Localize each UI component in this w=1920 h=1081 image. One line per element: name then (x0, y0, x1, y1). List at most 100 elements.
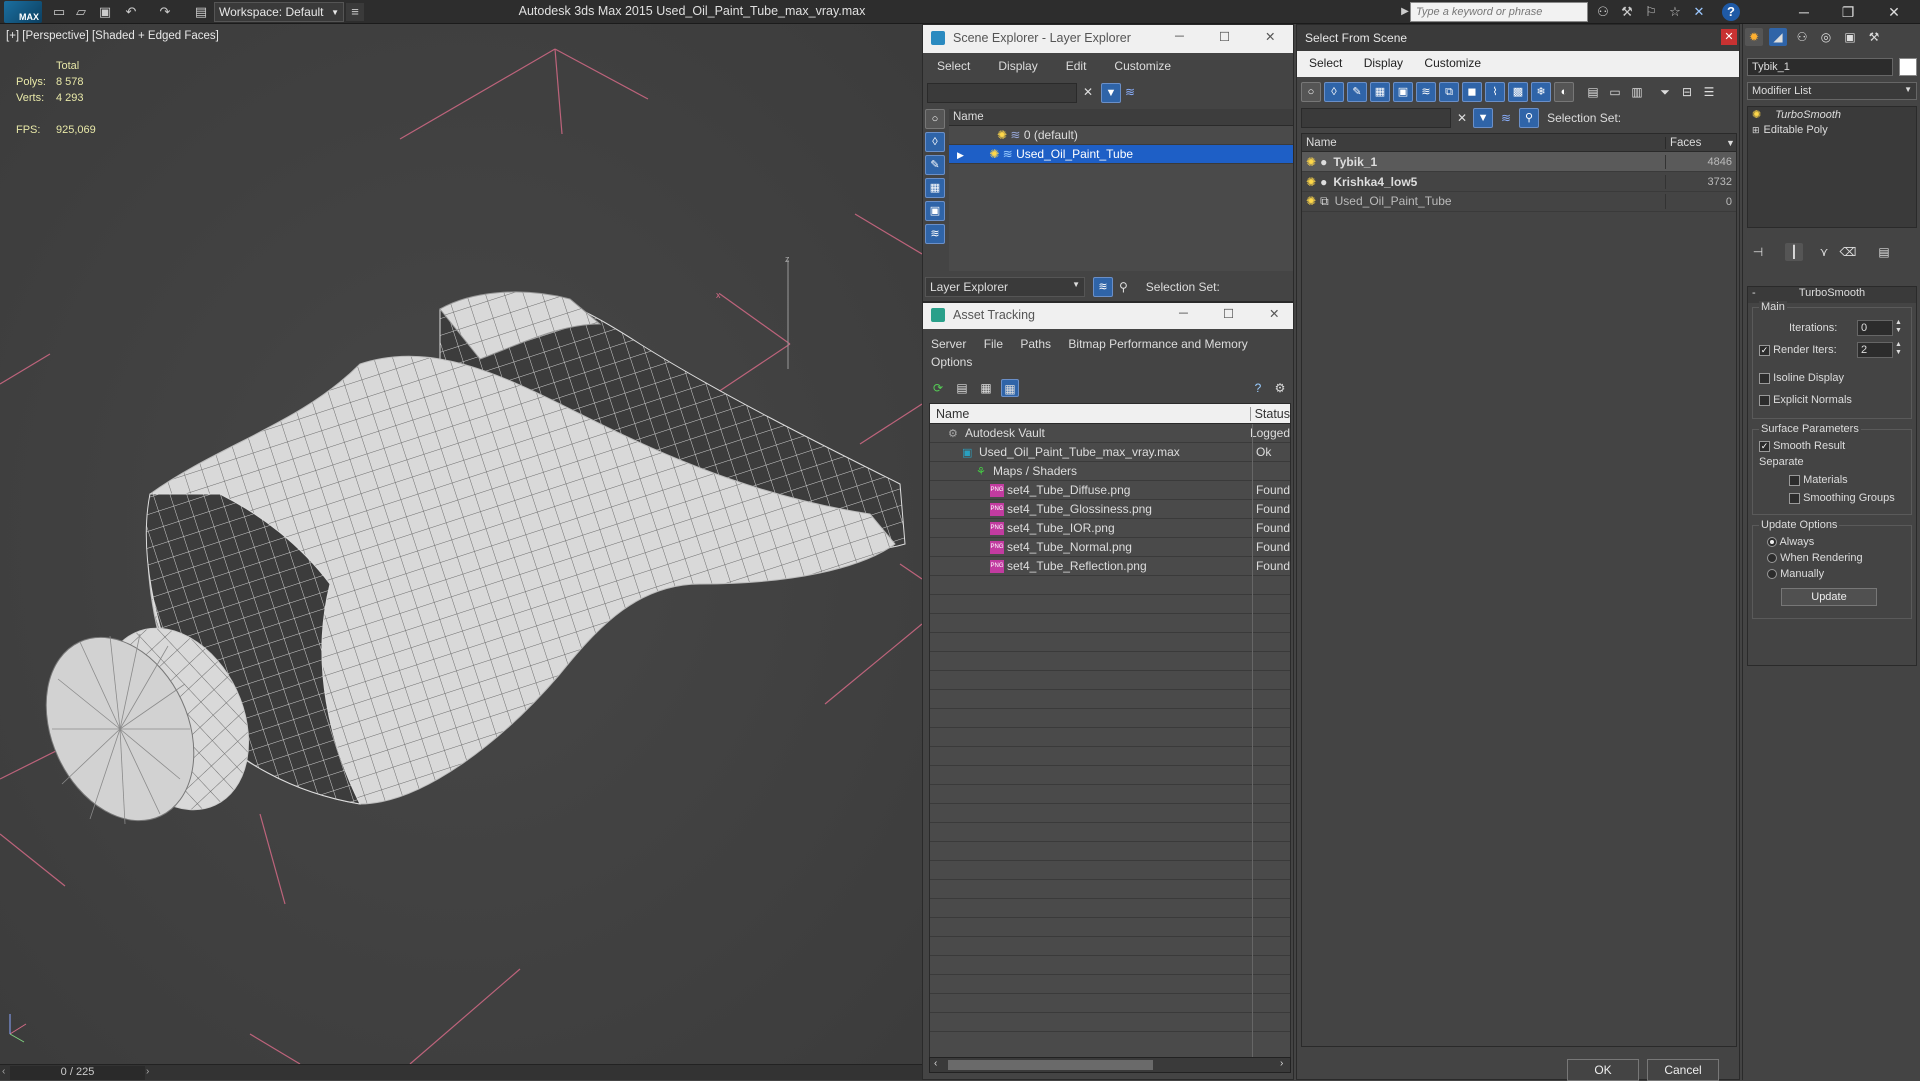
object-color-swatch[interactable] (1899, 58, 1917, 76)
thumbnail-view-icon[interactable]: ▦ (977, 379, 995, 397)
clear-search-icon[interactable]: ✕ (1457, 111, 1467, 125)
remove-modifier-icon[interactable]: ⌫ (1839, 243, 1857, 261)
col-status[interactable]: Status (1251, 407, 1290, 421)
select-invert-icon[interactable]: ▥ (1628, 83, 1646, 101)
hierarchy-icon[interactable]: ≋ (1125, 85, 1135, 99)
close-icon[interactable]: ✕ (1269, 306, 1279, 321)
filter-icon[interactable]: ▼ (1473, 108, 1494, 128)
hierarchy-mode-icon[interactable]: ⚲ (1119, 280, 1128, 294)
update-button[interactable]: Update (1781, 588, 1877, 606)
smoothing-groups-checkbox[interactable] (1789, 492, 1800, 504)
layers-icon[interactable]: ≋ (1497, 109, 1515, 127)
select-all-icon[interactable]: ▤ (1584, 83, 1602, 101)
menu-paths[interactable]: Paths (1020, 337, 1051, 351)
modify-tab-icon[interactable]: ◢ (1769, 28, 1787, 46)
scrollbar-thumb[interactable] (948, 1060, 1153, 1070)
explicit-normals-checkbox[interactable] (1759, 394, 1770, 406)
render-iters-spinner[interactable]: 2 (1857, 342, 1893, 358)
light-bulb-icon[interactable]: ✺ (1752, 109, 1761, 121)
smooth-result-checkbox[interactable]: ✓ (1759, 440, 1770, 452)
layer-row-default[interactable]: ✺ ≋ 0 (default) (949, 126, 1293, 145)
minimize-icon[interactable]: ─ (1175, 29, 1184, 43)
time-slider[interactable]: ‹ 0 / 225 › (0, 1064, 922, 1080)
ok-button[interactable]: OK (1567, 1059, 1639, 1081)
asset-row[interactable]: ⚙ Autodesk Vault Logged (930, 424, 1290, 443)
help-icon[interactable]: ? (1722, 3, 1740, 21)
sort-desc-icon[interactable]: ▼ (1726, 138, 1735, 148)
menu-bitmap-performance[interactable]: Bitmap Performance and Memory (1068, 337, 1247, 351)
light-bulb-icon[interactable]: ✺ (989, 147, 999, 161)
hierarchy-icon[interactable]: ⚲ (1519, 108, 1540, 128)
filter-frozen-icon[interactable]: ❄ (1531, 82, 1551, 102)
isoline-checkbox[interactable] (1759, 372, 1770, 384)
materials-checkbox[interactable] (1789, 474, 1800, 486)
hierarchy-tab-icon[interactable]: ⚇ (1793, 28, 1811, 46)
settings-icon[interactable]: ⚙ (1271, 379, 1289, 397)
subscription-icon[interactable]: ⚐ (1642, 3, 1660, 21)
close-x-icon[interactable]: ✕ (1690, 3, 1708, 21)
horizontal-scrollbar[interactable]: ‹ › (929, 1057, 1291, 1073)
filter-spacewarps-icon[interactable]: ≋ (1416, 82, 1436, 102)
asset-row[interactable]: PNG set4_Tube_Normal.png Found (930, 538, 1290, 557)
help-icon[interactable]: ? (1249, 379, 1267, 397)
col-name[interactable]: Name (1302, 136, 1666, 149)
menu-customize[interactable]: Customize (1114, 59, 1171, 73)
make-unique-icon[interactable]: ⋎ (1815, 243, 1833, 261)
col-name[interactable]: Name (930, 406, 1251, 421)
display-spacewarps-icon[interactable]: ≋ (925, 224, 945, 244)
scroll-left-icon[interactable]: ‹ (934, 1058, 937, 1069)
close-button[interactable]: ✕ (1872, 0, 1916, 24)
frame-counter[interactable]: 0 / 225 (10, 1066, 145, 1080)
prev-frame-icon[interactable]: ‹ (2, 1066, 5, 1077)
maximize-icon[interactable]: ☐ (1219, 29, 1230, 44)
display-shapes-icon[interactable]: ◊ (925, 132, 945, 152)
table-view-icon[interactable]: ▦ (1001, 379, 1019, 397)
light-bulb-icon[interactable]: ✺ (1306, 194, 1316, 208)
filter-helpers-icon[interactable]: ▣ (1393, 82, 1413, 102)
menu-select[interactable]: Select (1309, 56, 1342, 70)
manually-radio[interactable] (1767, 569, 1777, 580)
filter-bones-icon[interactable]: ⌇ (1485, 82, 1505, 102)
asset-row[interactable]: ⚘ Maps / Shaders (930, 462, 1290, 481)
filter-cameras-icon[interactable]: ▦ (1370, 82, 1390, 102)
when-rendering-radio[interactable] (1767, 553, 1777, 564)
filter-lights-icon[interactable]: ✎ (1347, 82, 1367, 102)
expand-plus-icon[interactable]: ⊞ (1752, 125, 1760, 135)
create-tab-icon[interactable]: ✹ (1745, 28, 1763, 46)
tools-icon[interactable]: ⚒ (1618, 3, 1636, 21)
explorer-type-dropdown[interactable]: Layer Explorer ▼ (925, 277, 1085, 297)
layer-row-used-oil-paint-tube[interactable]: ▶ ✺ ≋ Used_Oil_Paint_Tube (949, 145, 1293, 164)
select-search-input[interactable] (1301, 108, 1451, 128)
maximize-icon[interactable]: ☐ (1223, 306, 1234, 321)
binoculars-icon[interactable]: ⚇ (1594, 3, 1612, 21)
perspective-viewport[interactable]: [+] [Perspective] [Shaded + Edged Faces]… (0, 24, 922, 1064)
scroll-right-icon[interactable]: › (1280, 1058, 1283, 1069)
list-view-icon[interactable]: ▤ (953, 379, 971, 397)
asset-row[interactable]: ▣ Used_Oil_Paint_Tube_max_vray.max Ok (930, 443, 1290, 462)
favorites-star-icon[interactable]: ☆ (1666, 3, 1684, 21)
select-none-icon[interactable]: ▭ (1606, 83, 1624, 101)
sort-icon[interactable]: ☰ (1700, 83, 1718, 101)
funnel-icon[interactable]: ⏷ (1656, 83, 1674, 101)
filter-xrefs-icon[interactable]: ◼ (1462, 82, 1482, 102)
object-name-field[interactable]: Tybik_1 (1747, 58, 1893, 76)
filter-hidden-icon[interactable]: ◐ (1554, 82, 1574, 102)
menu-display[interactable]: Display (998, 59, 1037, 73)
spinner-arrows-icon[interactable]: ▲ ▼ (1895, 319, 1902, 335)
pin-stack-icon[interactable]: ⊣ (1749, 243, 1767, 261)
scene-explorer-search[interactable] (927, 83, 1077, 103)
light-bulb-icon[interactable]: ✺ (997, 128, 1007, 142)
modifier-list-dropdown[interactable]: Modifier List ▼ (1747, 82, 1917, 100)
utilities-tab-icon[interactable]: ⚒ (1865, 28, 1883, 46)
spinner-arrows-icon[interactable]: ▲ ▼ (1895, 341, 1902, 357)
stack-item-editable-poly[interactable]: ⊞ Editable Poly (1748, 123, 1916, 139)
menu-edit[interactable]: Edit (1066, 59, 1087, 73)
motion-tab-icon[interactable]: ◎ (1817, 28, 1835, 46)
filter-geometry-icon[interactable]: ○ (1301, 82, 1321, 102)
cancel-button[interactable]: Cancel (1647, 1059, 1719, 1081)
minimize-button[interactable]: ─ (1782, 0, 1826, 24)
close-icon[interactable]: ✕ (1721, 29, 1737, 45)
menu-display[interactable]: Display (1364, 56, 1403, 70)
menu-options[interactable]: Options (931, 355, 972, 369)
menu-select[interactable]: Select (937, 59, 970, 73)
